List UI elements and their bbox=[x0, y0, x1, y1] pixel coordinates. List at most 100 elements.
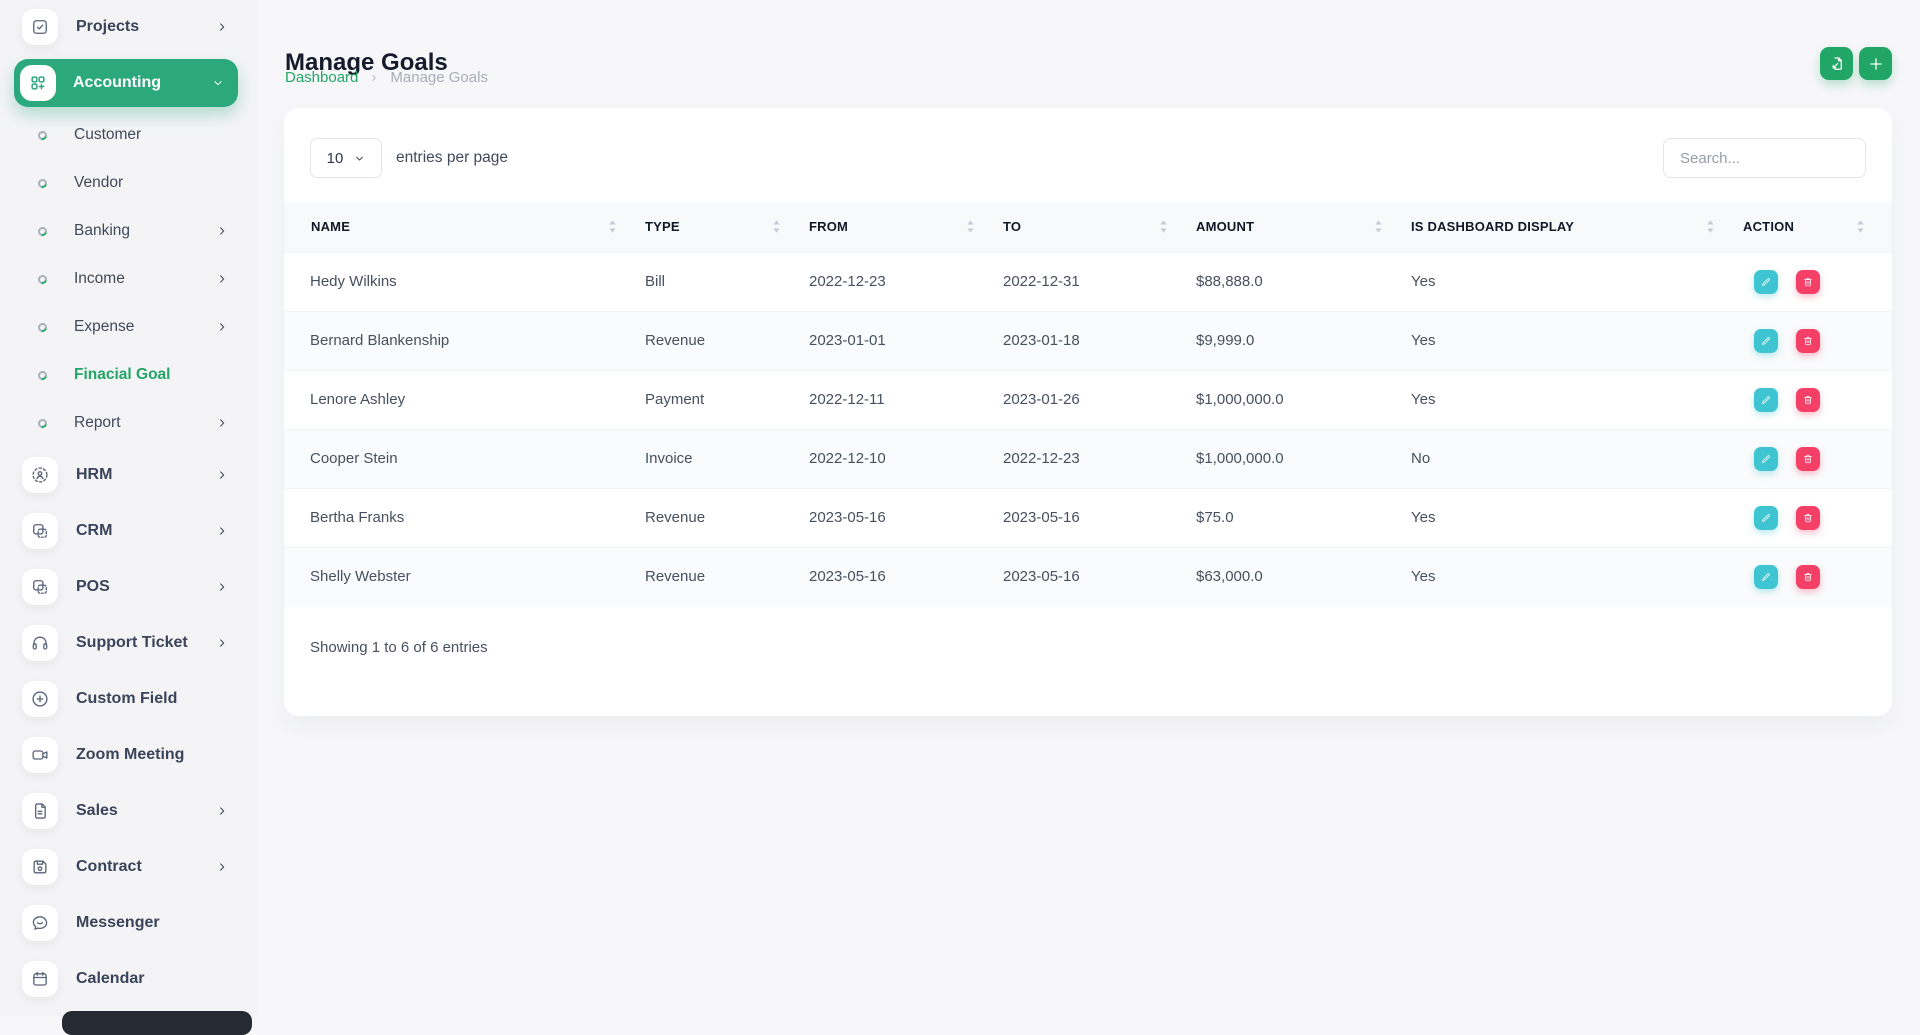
sidebar-item-finacial-goal[interactable]: Finacial Goal bbox=[0, 351, 257, 399]
sidebar-item-label: Zoom Meeting bbox=[76, 746, 184, 764]
cell-from: 2022-12-10 bbox=[808, 429, 1002, 488]
sidebar-item-pos[interactable]: POS bbox=[0, 559, 257, 615]
sidebar-item-custom-field[interactable]: Custom Field bbox=[0, 671, 257, 727]
bullet-icon bbox=[36, 225, 48, 237]
header-actions bbox=[1820, 47, 1892, 80]
sort-icon[interactable] bbox=[1374, 219, 1383, 234]
calendar-icon bbox=[22, 961, 58, 997]
cell-dashboard: Yes bbox=[1410, 252, 1742, 311]
cell-to: 2023-01-26 bbox=[1002, 370, 1195, 429]
export-goals-button[interactable] bbox=[1820, 47, 1853, 80]
cell-dashboard: Yes bbox=[1410, 547, 1742, 606]
chevron-right-icon bbox=[216, 273, 228, 285]
breadcrumb: Dashboard Manage Goals bbox=[285, 69, 488, 86]
delete-button[interactable] bbox=[1796, 447, 1820, 471]
sidebar-item-label: Customer bbox=[74, 126, 141, 144]
chevron-right-icon bbox=[216, 225, 228, 237]
sort-icon[interactable] bbox=[1856, 219, 1865, 234]
sidebar-item-calendar[interactable]: Calendar bbox=[0, 951, 257, 1007]
delete-button[interactable] bbox=[1796, 506, 1820, 530]
sort-icon[interactable] bbox=[966, 219, 975, 234]
headphones-icon bbox=[22, 625, 58, 661]
circle-plus-icon bbox=[22, 681, 58, 717]
sidebar-item-vendor[interactable]: Vendor bbox=[0, 159, 257, 207]
cell-from: 2023-01-01 bbox=[808, 311, 1002, 370]
column-header[interactable]: TO bbox=[1002, 202, 1195, 252]
entries-per-page-select[interactable]: 10 bbox=[310, 138, 382, 178]
chevron-right-icon bbox=[216, 469, 228, 481]
cell-type: Payment bbox=[644, 370, 808, 429]
sort-icon[interactable] bbox=[772, 219, 781, 234]
search-input[interactable] bbox=[1663, 138, 1866, 178]
entries-per-page-value: 10 bbox=[327, 150, 344, 167]
cell-type: Revenue bbox=[644, 488, 808, 547]
cell-to: 2023-05-16 bbox=[1002, 547, 1195, 606]
sidebar-item-expense[interactable]: Expense bbox=[0, 303, 257, 351]
sidebar-item-support-ticket[interactable]: Support Ticket bbox=[0, 615, 257, 671]
cell-action bbox=[1742, 252, 1892, 311]
sidebar-item-label: Sales bbox=[76, 802, 118, 820]
sort-icon[interactable] bbox=[1706, 219, 1715, 234]
sidebar-item-hrm[interactable]: HRM bbox=[0, 447, 257, 503]
edit-button[interactable] bbox=[1754, 329, 1778, 353]
sidebar-item-zoom-meeting[interactable]: Zoom Meeting bbox=[0, 727, 257, 783]
sidebar-item-messenger[interactable]: Messenger bbox=[0, 895, 257, 951]
edit-button[interactable] bbox=[1754, 270, 1778, 294]
delete-button[interactable] bbox=[1796, 565, 1820, 589]
sidebar-item-label: Custom Field bbox=[76, 690, 177, 708]
column-header[interactable]: NAME bbox=[284, 202, 644, 252]
cell-amount: $1,000,000.0 bbox=[1195, 370, 1410, 429]
sidebar-item-label: Contract bbox=[76, 858, 142, 876]
cell-name: Hedy Wilkins bbox=[284, 252, 644, 311]
bullet-icon bbox=[36, 321, 48, 333]
table-row: Bertha Franks Revenue 2023-05-16 2023-05… bbox=[284, 488, 1892, 547]
cell-to: 2023-01-18 bbox=[1002, 311, 1195, 370]
column-header[interactable]: AMOUNT bbox=[1195, 202, 1410, 252]
file-export-icon bbox=[1828, 55, 1846, 73]
sidebar-item-income[interactable]: Income bbox=[0, 255, 257, 303]
delete-button[interactable] bbox=[1796, 388, 1820, 412]
table-row: Hedy Wilkins Bill 2022-12-23 2022-12-31 … bbox=[284, 252, 1892, 311]
chevron-right-icon bbox=[216, 525, 228, 537]
sidebar-item-contract[interactable]: Contract bbox=[0, 839, 257, 895]
column-header[interactable]: TYPE bbox=[644, 202, 808, 252]
edit-button[interactable] bbox=[1754, 447, 1778, 471]
cell-from: 2023-05-16 bbox=[808, 547, 1002, 606]
sidebar-item-projects[interactable]: Projects bbox=[0, 0, 257, 55]
sidebar-item-label: Report bbox=[74, 414, 121, 432]
sidebar-item-banking[interactable]: Banking bbox=[0, 207, 257, 255]
edit-button[interactable] bbox=[1754, 388, 1778, 412]
chevron-right-icon bbox=[216, 21, 228, 33]
sidebar-item-sales[interactable]: Sales bbox=[0, 783, 257, 839]
sidebar-bottom-card bbox=[62, 1011, 252, 1035]
chevron-right-icon bbox=[216, 321, 228, 333]
sidebar-item-label: Income bbox=[74, 270, 125, 288]
sidebar-item-label: Banking bbox=[74, 222, 130, 240]
overlap-squares-icon bbox=[22, 513, 58, 549]
sidebar-item-label: HRM bbox=[76, 466, 112, 484]
delete-button[interactable] bbox=[1796, 329, 1820, 353]
delete-button[interactable] bbox=[1796, 270, 1820, 294]
sidebar-item-customer[interactable]: Customer bbox=[0, 111, 257, 159]
cell-to: 2023-05-16 bbox=[1002, 488, 1195, 547]
sidebar-item-accounting[interactable]: Accounting bbox=[0, 55, 257, 111]
cell-amount: $88,888.0 bbox=[1195, 252, 1410, 311]
pencil-icon bbox=[1760, 511, 1772, 525]
edit-button[interactable] bbox=[1754, 565, 1778, 589]
cell-amount: $75.0 bbox=[1195, 488, 1410, 547]
bullet-icon bbox=[36, 369, 48, 381]
sort-icon[interactable] bbox=[1159, 219, 1168, 234]
sidebar-item-crm[interactable]: CRM bbox=[0, 503, 257, 559]
sidebar-item-report[interactable]: Report bbox=[0, 399, 257, 447]
column-header[interactable]: FROM bbox=[808, 202, 1002, 252]
cell-action bbox=[1742, 547, 1892, 606]
breadcrumb-dashboard-link[interactable]: Dashboard bbox=[285, 69, 358, 86]
edit-button[interactable] bbox=[1754, 506, 1778, 530]
cell-dashboard: Yes bbox=[1410, 488, 1742, 547]
column-header[interactable]: IS DASHBOARD DISPLAY bbox=[1410, 202, 1742, 252]
add-goal-button[interactable] bbox=[1859, 47, 1892, 80]
sort-icon[interactable] bbox=[608, 219, 617, 234]
column-header[interactable]: ACTION bbox=[1742, 202, 1892, 252]
goals-table: NAME TYPE FROM TO AMOUNT IS DASHBOARD DI… bbox=[284, 202, 1892, 606]
save-icon bbox=[22, 849, 58, 885]
